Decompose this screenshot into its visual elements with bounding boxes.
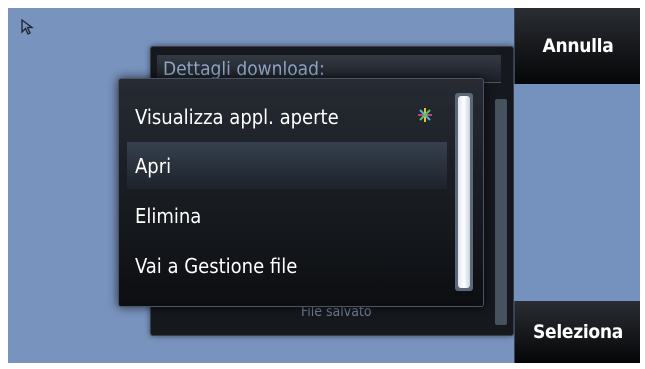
task-switch-icon — [418, 108, 432, 122]
options-menu: Visualizza appl. aperte Apri Elimina Vai… — [118, 78, 484, 307]
menu-item-label: Vai a Gestione file — [135, 253, 298, 278]
menu-item-label: Elimina — [135, 203, 202, 228]
menu-item-open-apps[interactable]: Visualizza appl. aperte — [127, 93, 447, 140]
screen: Dettagli download: File salvato Visualiz… — [8, 8, 640, 363]
menu-scrollbar[interactable] — [455, 93, 473, 291]
menu-item-label: Visualizza appl. aperte — [135, 104, 339, 129]
pointer-icon — [21, 18, 34, 35]
dialog-scrollbar[interactable] — [495, 99, 507, 325]
select-button[interactable]: Seleziona — [514, 301, 640, 363]
softkey-panel: Annulla Seleziona — [514, 8, 640, 363]
menu-item-open[interactable]: Apri — [127, 142, 447, 189]
menu-item-file-manager[interactable]: Vai a Gestione file — [127, 242, 447, 289]
cancel-button[interactable]: Annulla — [514, 8, 640, 84]
menu-item-label: Apri — [135, 153, 172, 178]
menu-item-delete[interactable]: Elimina — [127, 192, 447, 239]
menu-scroll-thumb[interactable] — [458, 96, 470, 288]
